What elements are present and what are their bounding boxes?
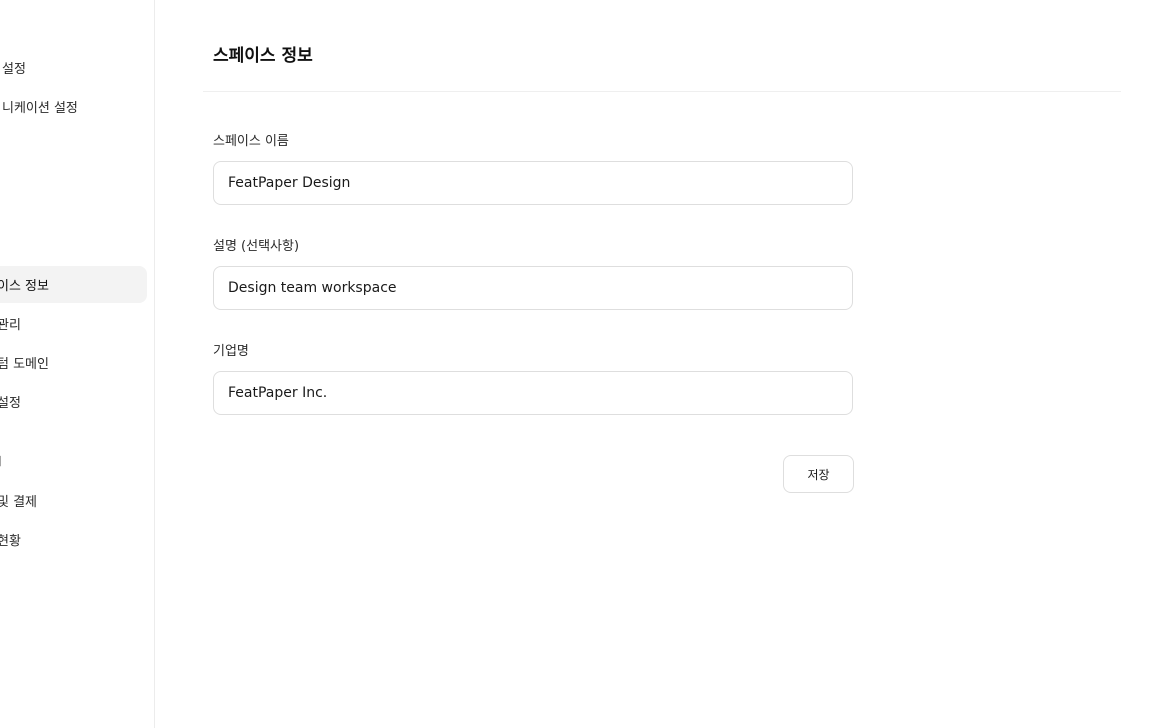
company-name-field: 기업명: [213, 343, 854, 415]
space-name-input[interactable]: [213, 161, 853, 205]
sidebar-item-communication-settings[interactable]: 니케이션 설정: [0, 88, 147, 125]
app-root: 설정 니케이션 설정 이스 정보 관리 텀 도메인 설정 제 및 결제 현황 스…: [0, 0, 1170, 728]
sidebar-item-settings[interactable]: 설정: [0, 49, 147, 86]
description-input[interactable]: [213, 266, 853, 310]
main-content: 스페이스 정보 스페이스 이름 설명 (선택사항) 기업명 저장: [156, 0, 1170, 728]
save-button[interactable]: 저장: [783, 455, 854, 493]
description-label: 설명 (선택사항): [213, 239, 300, 254]
space-name-field: 스페이스 이름: [213, 133, 854, 205]
sidebar-item-plan-billing[interactable]: 및 결제: [0, 482, 147, 519]
title-divider: [203, 91, 1121, 92]
sidebar-item-label: 니케이션 설정: [2, 101, 78, 116]
sidebar-item-label: 현황: [0, 534, 21, 549]
sidebar-item-label: 및 결제: [0, 495, 38, 510]
sidebar-item-label: 설정: [2, 62, 26, 77]
sidebar-item-space-info[interactable]: 이스 정보: [0, 266, 147, 303]
sidebar-item-label: 설정: [0, 396, 21, 411]
sidebar-item-label: 이스 정보: [0, 279, 49, 294]
company-name-input[interactable]: [213, 371, 853, 415]
sidebar-item-label: 관리: [0, 318, 21, 333]
page-title: 스페이스 정보: [213, 46, 313, 66]
sidebar-item-space-settings[interactable]: 설정: [0, 383, 147, 420]
company-name-label: 기업명: [213, 344, 249, 359]
sidebar: 설정 니케이션 설정 이스 정보 관리 텀 도메인 설정 제 및 결제 현황: [0, 0, 155, 728]
space-name-label: 스페이스 이름: [213, 134, 289, 149]
description-field: 설명 (선택사항): [213, 238, 854, 310]
sidebar-section-billing-heading: 제: [0, 453, 2, 469]
sidebar-item-management[interactable]: 관리: [0, 305, 147, 342]
sidebar-item-label: 텀 도메인: [0, 357, 49, 372]
sidebar-item-custom-domain[interactable]: 텀 도메인: [0, 344, 147, 381]
sidebar-item-usage[interactable]: 현황: [0, 521, 147, 558]
